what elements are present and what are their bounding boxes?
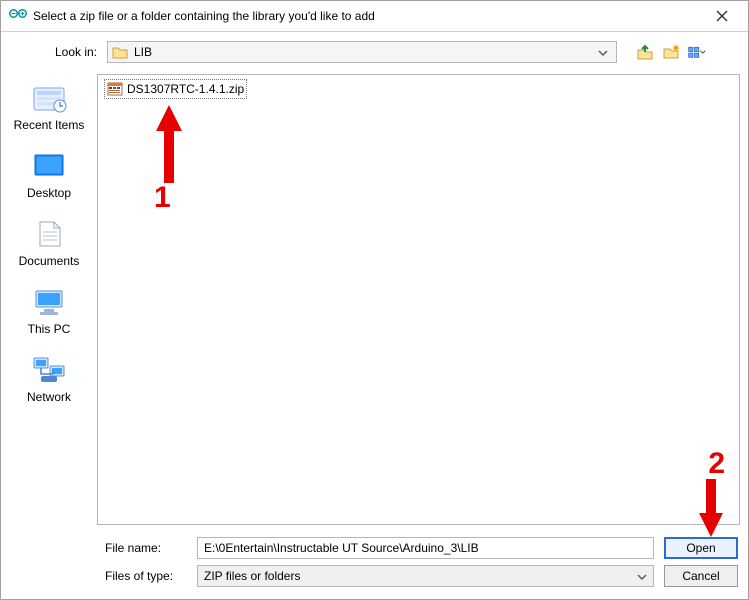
place-desktop-label: Desktop [9,186,89,200]
annotation-arrow-1 [154,105,184,183]
filetype-value: ZIP files or folders [204,569,300,583]
place-recent[interactable]: Recent Items [9,82,89,132]
arduino-icon [9,7,27,25]
place-thispc[interactable]: This PC [9,286,89,336]
place-thispc-label: This PC [9,322,89,336]
places-bar: Recent Items Desktop [1,72,97,525]
annotation-number-1: 1 [154,181,171,215]
filetype-row: Files of type: ZIP files or folders Canc… [11,565,738,587]
place-documents[interactable]: Documents [9,218,89,268]
window-title: Select a zip file or a folder containing… [33,9,702,23]
close-icon [716,10,728,22]
view-menu-icon[interactable] [687,42,707,62]
folder-icon [112,45,128,59]
place-documents-label: Documents [9,254,89,268]
chevron-down-icon [594,45,612,59]
file-item[interactable]: DS1307RTC-1.4.1.zip [104,79,247,99]
up-folder-icon[interactable] [635,42,655,62]
filename-row: File name: Open [11,537,738,559]
zip-file-icon [107,81,123,97]
toolbar-icons [635,42,707,62]
desktop-icon [30,150,68,182]
network-icon [30,354,68,386]
filename-label: File name: [101,541,187,555]
recent-icon [30,82,68,114]
file-open-dialog: Select a zip file or a folder containing… [0,0,749,600]
chevron-down-icon [637,569,647,583]
place-recent-label: Recent Items [9,118,89,132]
dialog-body: Recent Items Desktop [1,72,748,525]
look-in-label: Look in: [11,45,99,59]
filetype-combo[interactable]: ZIP files or folders [197,565,654,587]
place-network-label: Network [9,390,89,404]
filename-input[interactable] [197,537,654,559]
file-item-name: DS1307RTC-1.4.1.zip [127,82,244,96]
look-in-row: Look in: LIB [1,32,748,72]
close-button[interactable] [702,2,742,30]
titlebar: Select a zip file or a folder containing… [1,1,748,32]
place-network[interactable]: Network [9,354,89,404]
filetype-label: Files of type: [101,569,187,583]
file-list-pane[interactable]: DS1307RTC-1.4.1.zip 1 2 [97,74,740,525]
open-button[interactable]: Open [664,537,738,559]
annotation-number-2: 2 [708,447,725,481]
look-in-value: LIB [134,45,594,59]
cancel-button[interactable]: Cancel [664,565,738,587]
dialog-bottom: File name: Open Files of type: ZIP files… [1,525,748,599]
documents-icon [30,218,68,250]
look-in-combo[interactable]: LIB [107,41,617,63]
thispc-icon [30,286,68,318]
annotation-arrow-2 [697,479,725,537]
new-folder-icon[interactable] [661,42,681,62]
place-desktop[interactable]: Desktop [9,150,89,200]
